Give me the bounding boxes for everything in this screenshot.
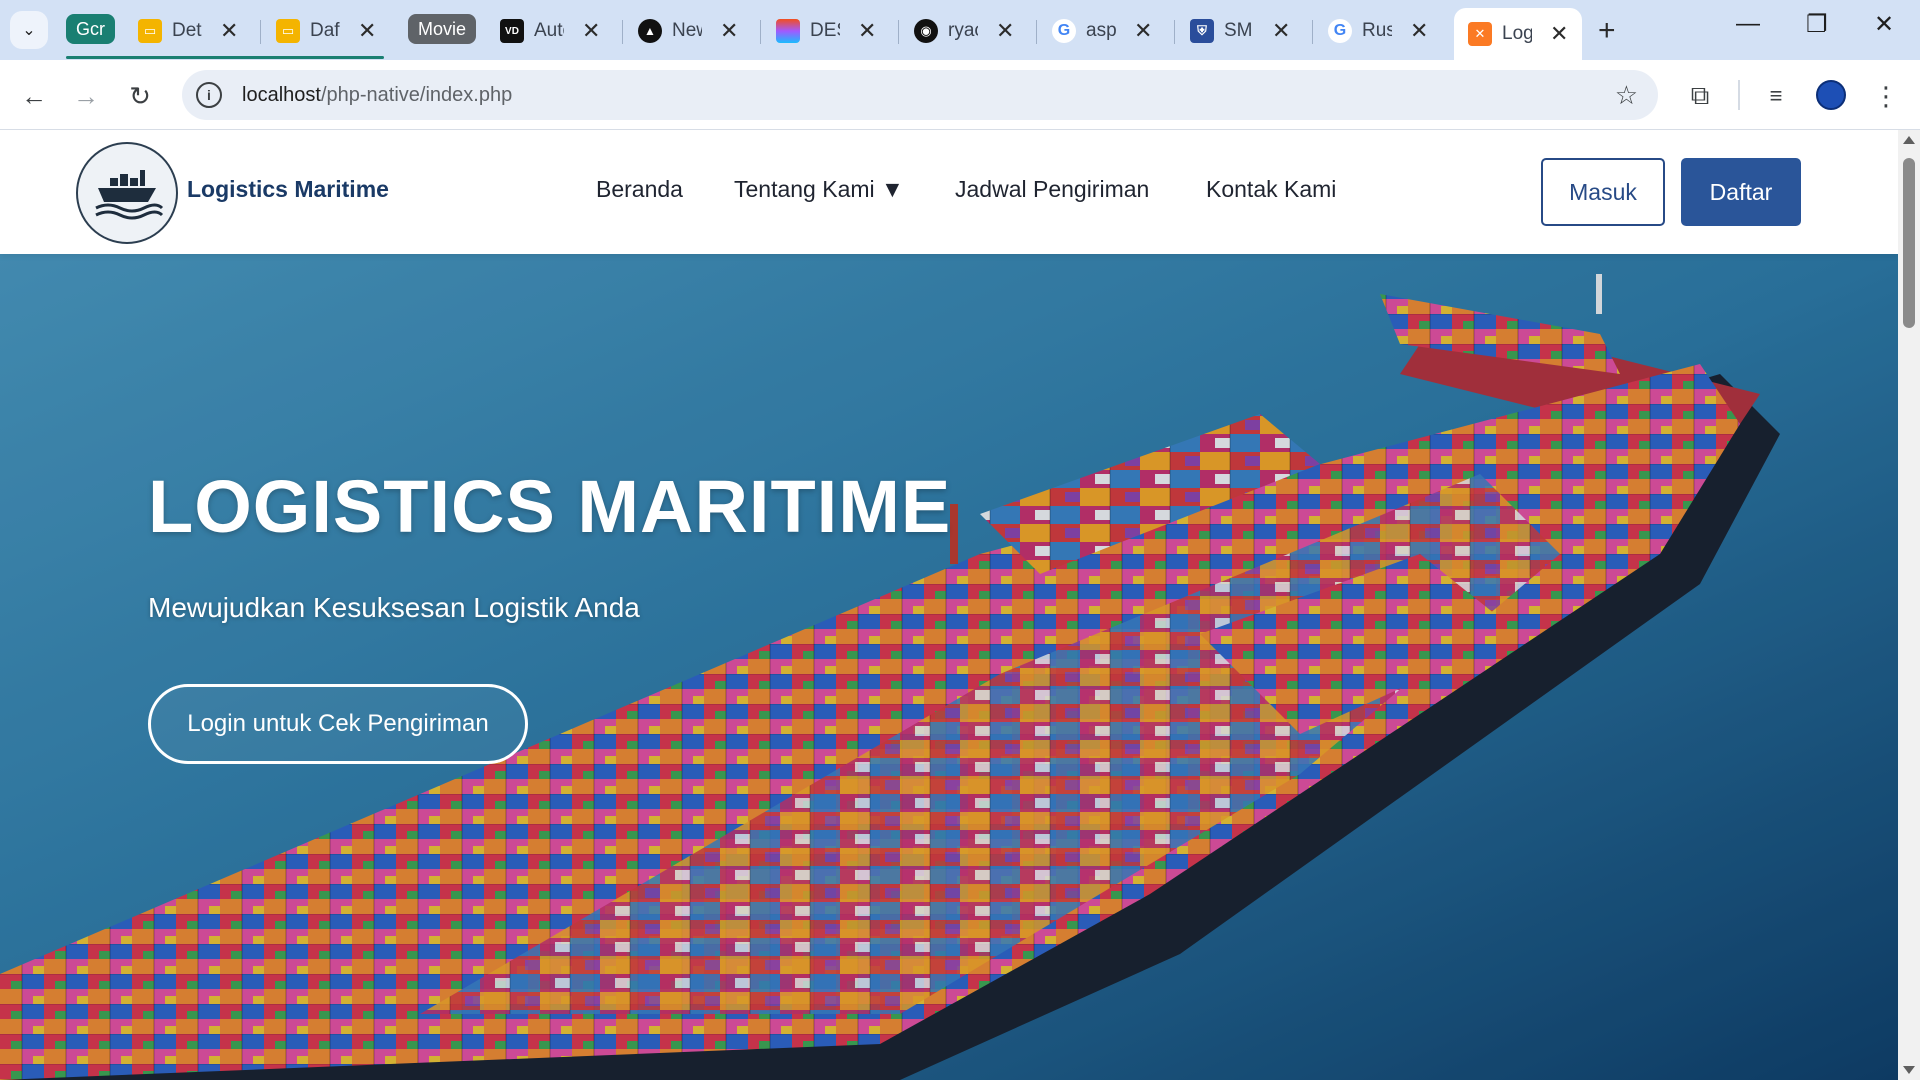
cek-pengiriman-button[interactable]: Login untuk Cek Pengiriman (148, 684, 528, 764)
url-host: localhost (242, 83, 321, 106)
vd-icon: VD (500, 19, 524, 43)
tab-divider (898, 20, 899, 44)
minimize-icon[interactable]: — (1736, 10, 1760, 38)
tab[interactable]: ⛨ SMK ✕ (1176, 8, 1304, 54)
close-icon[interactable]: ✕ (358, 18, 376, 44)
browser-toolbar: ← → ↻ i localhost/php-native/index.php ☆… (0, 60, 1920, 130)
menu-kebab-icon[interactable]: ⋮ (1866, 76, 1906, 116)
tab-title: New (672, 20, 702, 41)
slides-icon: ▭ (138, 19, 162, 43)
figma-icon (776, 19, 800, 43)
site-info-icon[interactable]: i (196, 82, 222, 108)
toolbar-divider (1738, 80, 1740, 110)
close-window-icon[interactable]: ✕ (1874, 10, 1894, 39)
url-text[interactable]: localhost/php-native/index.php (242, 84, 512, 107)
google-icon: G (1328, 19, 1352, 43)
tab-title: Log (1502, 23, 1532, 44)
restore-icon[interactable]: ❐ (1806, 10, 1828, 39)
tab-divider (1312, 20, 1313, 44)
ship-logo[interactable] (76, 142, 178, 244)
back-icon[interactable]: ← (14, 76, 54, 116)
tab-title: ryac (948, 20, 978, 41)
tab-title: Daft (310, 20, 340, 41)
new-tab-button[interactable]: + (1598, 14, 1616, 48)
register-button[interactable]: Daftar (1681, 158, 1801, 226)
tab-divider (760, 20, 761, 44)
close-icon[interactable]: ✕ (720, 18, 738, 44)
nav-tentang-kami[interactable]: Tentang Kami ▼ (734, 176, 904, 203)
tab[interactable]: DES ✕ (762, 8, 890, 54)
close-icon[interactable]: ✕ (1410, 18, 1428, 44)
hero-subtitle: Mewujudkan Kesuksesan Logistik Anda (148, 592, 640, 623)
tab-search-button[interactable]: ⌄ (10, 11, 48, 49)
site-navbar: Logistics Maritime Beranda Tentang Kami … (0, 130, 1898, 254)
bookmark-star-icon[interactable]: ☆ (1615, 80, 1638, 111)
tab-title: Rus (1362, 20, 1392, 41)
close-icon[interactable]: ✕ (1134, 18, 1152, 44)
close-icon[interactable]: ✕ (1272, 18, 1290, 44)
container-ship-image (0, 254, 1898, 1080)
tab-title: aspe (1086, 20, 1116, 41)
tab-strip: ⌄ Gcr ▭ Det ✕ ▭ Daft ✕ Movie VD Auto ✕ ▲… (0, 0, 1920, 60)
tab-title: SMK (1224, 20, 1254, 41)
extensions-icon[interactable]: ⧉ (1680, 76, 1720, 116)
tab[interactable]: ▭ Daft ✕ (262, 8, 390, 54)
brand-name[interactable]: Logistics Maritime (187, 176, 389, 203)
scroll-down-icon[interactable] (1903, 1066, 1915, 1074)
tab-divider (1174, 20, 1175, 44)
close-icon[interactable]: ✕ (1550, 21, 1568, 47)
reload-icon[interactable]: ↻ (120, 76, 160, 116)
close-icon[interactable]: ✕ (582, 18, 600, 44)
url-path: /php-native/index.php (320, 83, 513, 106)
tab[interactable]: ◉ ryac ✕ (900, 8, 1028, 54)
xampp-icon: ✕ (1468, 22, 1492, 46)
hero-banner: LOGISTICS MARITIME Mewujudkan Kesuksesan… (0, 254, 1898, 1080)
tab[interactable]: ▭ Det ✕ (124, 8, 252, 54)
tab-group-chip[interactable]: Movie (408, 14, 477, 44)
profile-avatar[interactable] (1816, 80, 1846, 110)
chevron-down-icon: ⌄ (22, 22, 36, 39)
address-bar[interactable]: i localhost/php-native/index.php ☆ (182, 70, 1658, 120)
tab-title: Det (172, 20, 202, 41)
tab-divider (260, 20, 261, 44)
tab-divider (1036, 20, 1037, 44)
hero-title: LOGISTICS MARITIME (148, 465, 952, 548)
tab[interactable]: G aspe ✕ (1038, 8, 1166, 54)
ship-logo-icon (95, 170, 164, 220)
tab-title: Auto (534, 20, 564, 41)
triangle-icon: ▲ (638, 19, 662, 43)
tab-divider (622, 20, 623, 44)
page-scrollbar[interactable] (1898, 130, 1920, 1080)
slides-icon: ▭ (276, 19, 300, 43)
login-button[interactable]: Masuk (1541, 158, 1665, 226)
tab-title: DES (810, 20, 840, 41)
tab[interactable]: VD Auto ✕ (486, 8, 614, 54)
github-icon: ◉ (914, 19, 938, 43)
scroll-up-icon[interactable] (1903, 136, 1915, 144)
shield-icon: ⛨ (1190, 19, 1214, 43)
close-icon[interactable]: ✕ (996, 18, 1014, 44)
close-icon[interactable]: ✕ (220, 18, 238, 44)
scrollbar-thumb[interactable] (1903, 158, 1915, 328)
nav-kontak-kami[interactable]: Kontak Kami (1206, 176, 1336, 203)
media-control-icon[interactable]: ≡ (1756, 76, 1796, 116)
forward-icon[interactable]: → (66, 76, 106, 116)
nav-jadwal-pengiriman[interactable]: Jadwal Pengiriman (955, 176, 1149, 203)
page-viewport: Logistics Maritime Beranda Tentang Kami … (0, 130, 1898, 1080)
nav-beranda[interactable]: Beranda (596, 176, 683, 203)
tab-active[interactable]: ✕ Log ✕ (1454, 8, 1583, 60)
tab[interactable]: ▲ New ✕ (624, 8, 752, 54)
tab-group-chip[interactable]: Gcr (66, 14, 115, 44)
tab[interactable]: G Rus ✕ (1314, 8, 1442, 54)
google-icon: G (1052, 19, 1076, 43)
close-icon[interactable]: ✕ (858, 18, 876, 44)
tab-group-underline (66, 56, 384, 59)
